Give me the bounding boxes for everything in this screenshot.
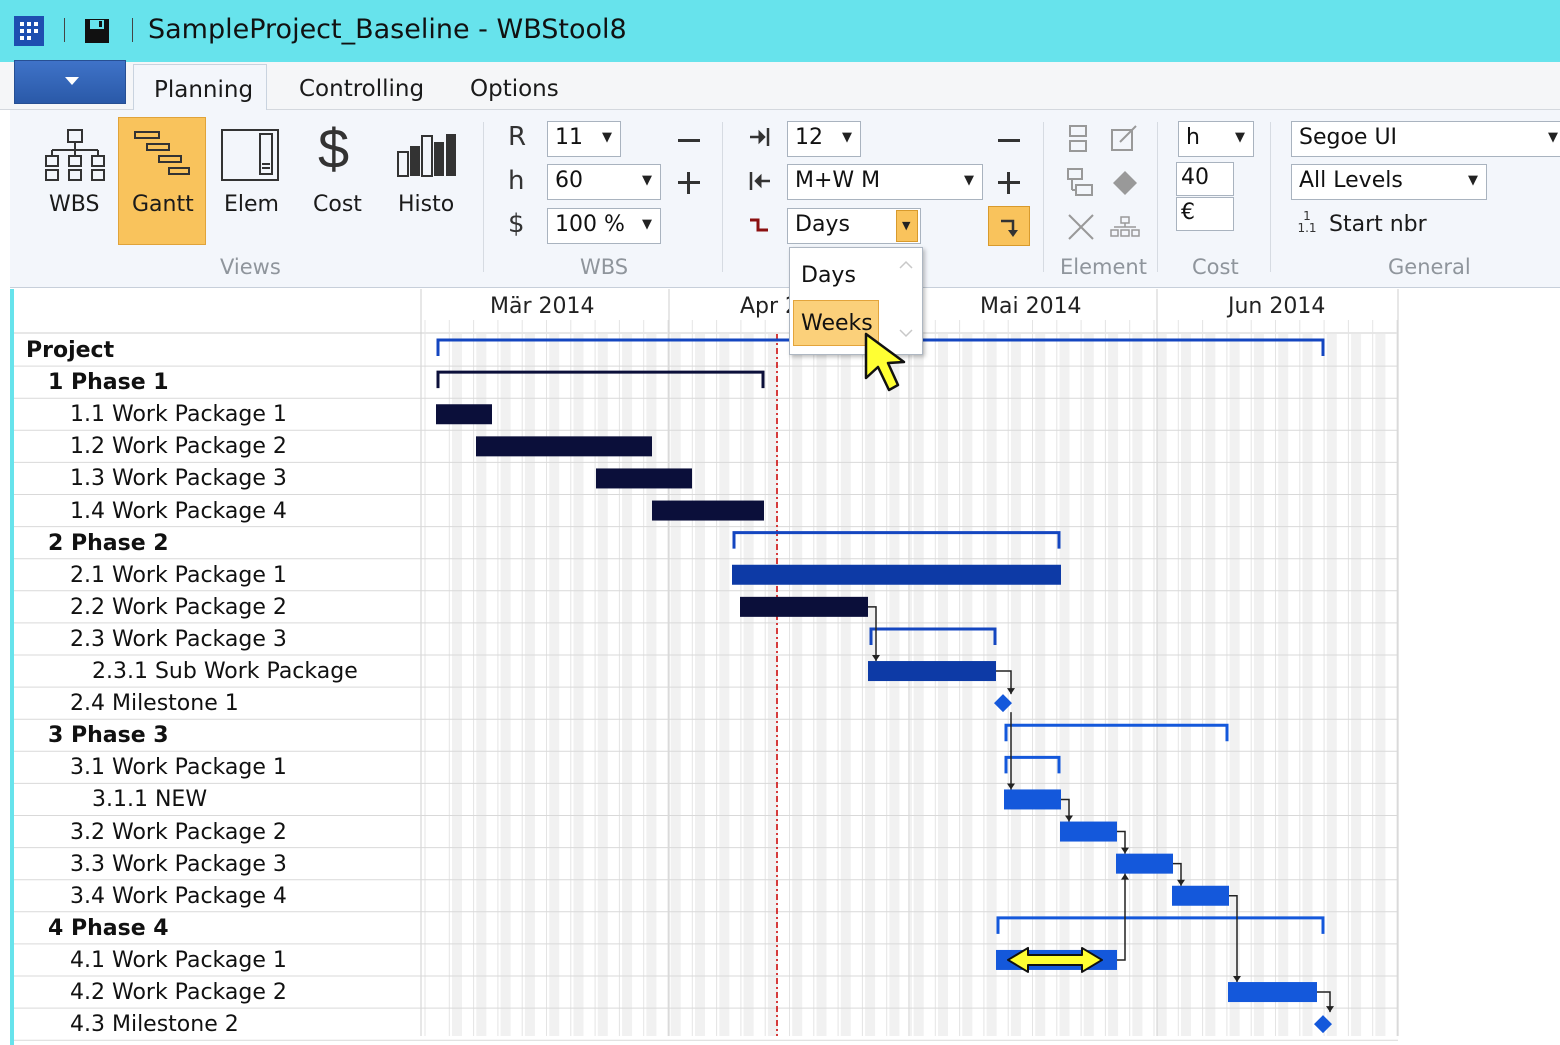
task-bar [868, 661, 996, 682]
milestone-marker [994, 694, 1012, 713]
task-bar [1004, 789, 1061, 810]
task-bar [1060, 821, 1117, 842]
chevron-up-icon [899, 260, 913, 269]
gantt-bars [436, 334, 1334, 1036]
task-bar [436, 404, 492, 425]
task-bar [476, 436, 652, 457]
arrow-head [1326, 1006, 1334, 1013]
task-bar [1228, 982, 1317, 1003]
dependency-link [1229, 895, 1238, 983]
summary-bar [436, 370, 765, 389]
mouse-cursor-icon [864, 332, 906, 392]
arrow-head [1121, 873, 1129, 880]
summary-bar [1004, 755, 1061, 774]
task-bar [732, 564, 1061, 585]
task-bar [1116, 853, 1173, 874]
arrow-head [1121, 847, 1129, 854]
task-bar [740, 596, 868, 617]
arrow-head [1065, 815, 1073, 822]
summary-bar [1004, 723, 1229, 742]
option-days[interactable]: Days [801, 263, 856, 288]
arrow-head [872, 655, 880, 662]
arrow-head [1177, 879, 1185, 886]
task-bar [596, 468, 692, 489]
arrow-head [1007, 688, 1015, 695]
task-bar [652, 500, 764, 521]
summary-bar [869, 627, 997, 645]
summary-bar [996, 916, 1325, 934]
arrow-head [1233, 976, 1241, 983]
milestone-marker [1314, 1015, 1332, 1034]
arrow-head [1007, 783, 1015, 790]
task-bar [1172, 885, 1229, 906]
summary-bar [732, 531, 1061, 549]
